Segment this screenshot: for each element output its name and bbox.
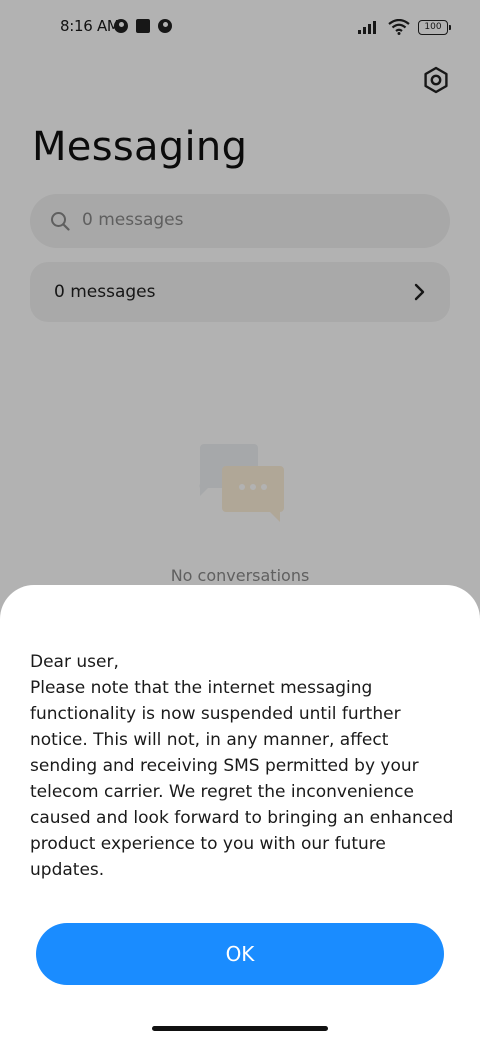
dialog-message: Dear user, Please note that the internet… [30, 652, 454, 880]
dialog-sheet: Dear user, Please note that the internet… [0, 585, 480, 1040]
ok-button[interactable]: OK [36, 923, 444, 985]
home-indicator[interactable] [152, 1026, 328, 1031]
